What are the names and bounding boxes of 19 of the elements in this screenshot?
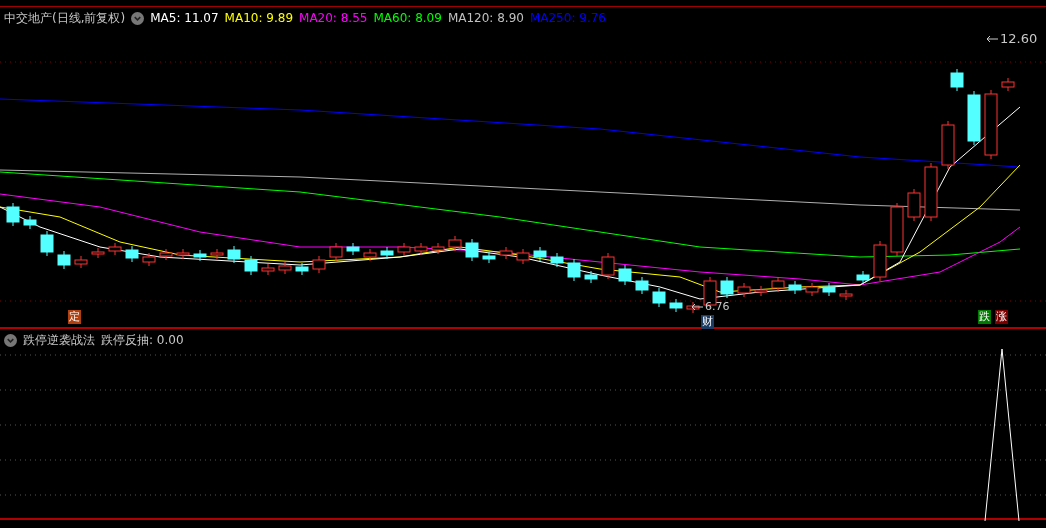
indicator-value: MA120: 8.90 bbox=[447, 11, 524, 25]
dropdown-icon[interactable] bbox=[4, 333, 17, 347]
indicator-value: MA20: 8.55 bbox=[299, 11, 368, 25]
indicator-value: MA5: 11.07 bbox=[150, 11, 219, 25]
event-marker[interactable]: 涨 bbox=[995, 310, 1008, 324]
arrow-icon bbox=[985, 34, 999, 43]
chart-title: 中交地产(日线,前复权) bbox=[4, 9, 126, 27]
event-marker[interactable]: 财 bbox=[701, 315, 714, 329]
indicator-value: MA10: 9.89 bbox=[224, 11, 294, 25]
indicator-value: 跌停反抽: 0.00 bbox=[101, 331, 184, 349]
indicator-value: MA250: 9.76 bbox=[529, 11, 606, 25]
high-price-label: 12.60 bbox=[1000, 31, 1038, 46]
event-marker[interactable]: 定 bbox=[68, 310, 81, 324]
low-price-label: 6.76 bbox=[705, 300, 730, 313]
indicator-value: MA60: 8.09 bbox=[373, 11, 442, 25]
event-marker[interactable]: 跌 bbox=[978, 310, 991, 324]
indicator-title: 跌停逆袭战法 bbox=[23, 331, 95, 349]
dropdown-icon[interactable] bbox=[131, 11, 145, 25]
arrow-icon bbox=[690, 302, 704, 311]
